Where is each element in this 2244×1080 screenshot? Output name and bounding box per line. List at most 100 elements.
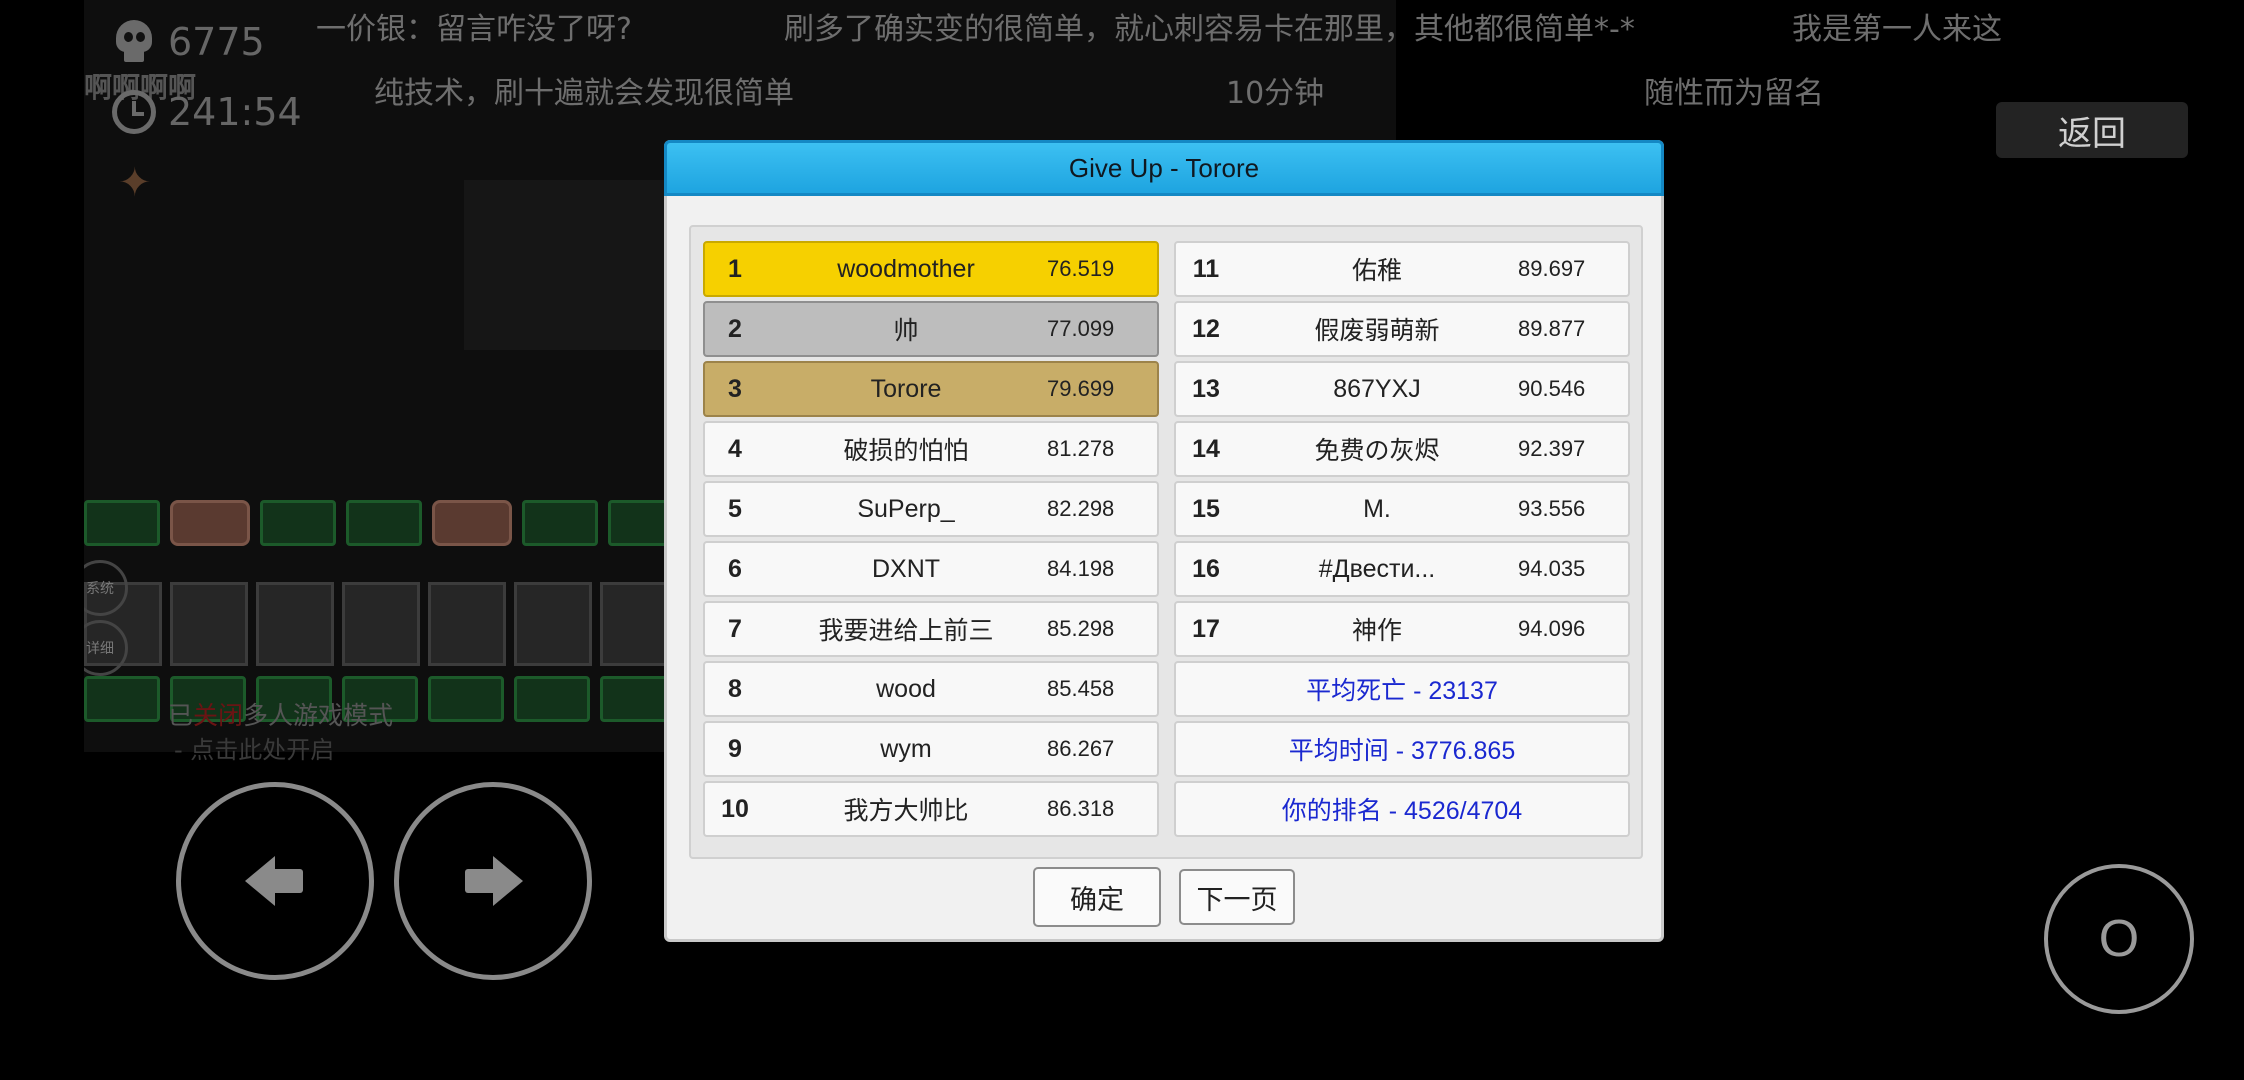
grass-tile — [84, 676, 160, 722]
rank-number: 10 — [721, 794, 749, 823]
star-icon: ✦ — [118, 160, 152, 206]
average-time: 平均时间 - 3776.865 — [1174, 721, 1630, 777]
death-counter: 6775 — [112, 20, 265, 64]
grass-tile — [84, 500, 160, 546]
skull-icon — [112, 20, 156, 64]
arrow-right-icon — [463, 856, 523, 906]
leaderboard-row: 13 867YXJ 90.546 — [1174, 361, 1630, 417]
player-name-cell: woodmother — [837, 254, 975, 283]
mp-state: 关闭 — [193, 701, 244, 730]
leaderboard-row: 5 SuPerp_ 82.298 — [703, 481, 1159, 537]
grass-tile — [260, 500, 336, 546]
stone-tile — [256, 582, 334, 666]
your-rank: 你的排名 - 4526/4704 — [1174, 781, 1630, 837]
rank-number: 4 — [728, 434, 742, 463]
player-name-cell: Torore — [870, 374, 942, 403]
stone-tile — [514, 582, 592, 666]
comment-text: 我是第一人来这 — [1792, 12, 2002, 47]
leaderboard-row: 12 假废弱萌新 89.877 — [1174, 301, 1630, 357]
grass-tile — [522, 500, 598, 546]
clear-time: 85.458 — [1047, 676, 1115, 701]
player-name-cell: 佑稚 — [1351, 257, 1402, 285]
leaderboard: 1 woodmother 76.519 2 帅 77.099 3 Torore 79.699 4 破… — [689, 225, 1643, 859]
player-name-cell: wood — [876, 674, 936, 703]
ok-button[interactable]: 确定 — [1033, 867, 1161, 927]
arrow-left-icon — [245, 856, 305, 906]
move-right-button[interactable] — [394, 782, 592, 980]
clear-time: 81.278 — [1047, 436, 1115, 461]
next-page-button[interactable]: 下一页 — [1179, 869, 1295, 925]
player-name-cell: #Двести... — [1318, 554, 1436, 583]
death-count: 6775 — [168, 20, 265, 64]
rank-number: 14 — [1192, 434, 1220, 463]
comment-text: 纯技术，刷十遍就会发现很简单 — [374, 76, 794, 111]
stone-tile — [428, 582, 506, 666]
system-button-label: 系统 — [86, 581, 114, 597]
clear-time: 94.096 — [1518, 616, 1586, 641]
clear-time: 84.198 — [1047, 556, 1115, 581]
leaderboard-row: 8 wood 85.458 — [703, 661, 1159, 717]
sign-tile — [170, 500, 250, 546]
clear-time: 90.546 — [1518, 376, 1586, 401]
player-name-cell: 免费の灰烬 — [1314, 437, 1440, 465]
leaderboard-row: 14 免费の灰烬 92.397 — [1174, 421, 1630, 477]
mp-prefix: 已 — [168, 701, 194, 730]
player-name-cell: 神作 — [1351, 617, 1402, 645]
jump-button[interactable]: O — [2044, 864, 2194, 1014]
detail-button-label: 详细 — [86, 641, 114, 657]
stone-row — [84, 582, 678, 666]
player-name-cell: M. — [1363, 494, 1391, 523]
leaderboard-row: 2 帅 77.099 — [703, 301, 1159, 357]
multiplayer-hint[interactable]: - 点击此处开启 — [174, 730, 334, 765]
rank-number: 17 — [1192, 614, 1220, 643]
rank-number: 16 — [1192, 554, 1220, 583]
player-name-cell: 我要进给上前三 — [818, 617, 994, 645]
move-left-button[interactable] — [176, 782, 374, 980]
dialog-buttons: 确定 下一页 — [667, 867, 1661, 927]
comment-text: 刷多了确实变的很简单，就心刺容易卡在那里，其他都很简单*-* — [784, 12, 1635, 47]
clock-icon — [112, 90, 156, 134]
clear-time: 79.699 — [1047, 376, 1115, 401]
leaderboard-row: 11 佑稚 89.697 — [1174, 241, 1630, 297]
play-timer: 241:54 — [112, 90, 302, 134]
player-name-cell: SuPerp_ — [857, 494, 955, 523]
leaderboard-row: 10 我方大帅比 86.318 — [703, 781, 1159, 837]
clear-time: 82.298 — [1047, 496, 1115, 521]
player-name-cell: 我方大帅比 — [843, 797, 969, 825]
back-button[interactable]: 返回 — [1996, 102, 2188, 158]
clear-time: 89.877 — [1518, 316, 1586, 341]
leaderboard-row: 4 破损的怕怕 81.278 — [703, 421, 1159, 477]
comment-text: 10分钟 — [1226, 76, 1325, 111]
stone-tile — [342, 582, 420, 666]
player-name-cell: 破损的怕怕 — [843, 437, 969, 465]
rank-number: 5 — [728, 494, 742, 523]
rank-number: 6 — [728, 554, 742, 583]
grass-tile — [428, 676, 504, 722]
dialog-title: Give Up - Torore — [664, 140, 1664, 196]
leaderboard-right-column: 11 佑稚 89.697 12 假废弱萌新 89.877 13 867YXJ 90.546 14 免… — [1174, 241, 1630, 837]
rank-number: 13 — [1192, 374, 1220, 403]
rank-number: 3 — [728, 374, 742, 403]
grass-tile — [346, 500, 422, 546]
leaderboard-row: 7 我要进给上前三 85.298 — [703, 601, 1159, 657]
clear-time: 85.298 — [1047, 616, 1115, 641]
clear-time: 94.035 — [1518, 556, 1586, 581]
clear-time: 86.318 — [1047, 796, 1115, 821]
rank-number: 7 — [728, 614, 742, 643]
leaderboard-row: 3 Torore 79.699 — [703, 361, 1159, 417]
average-deaths: 平均死亡 - 23137 — [1174, 661, 1630, 717]
clear-time: 93.556 — [1518, 496, 1586, 521]
grass-tile — [514, 676, 590, 722]
clear-time: 76.519 — [1047, 256, 1115, 281]
leaderboard-row: 16 #Двести... 94.035 — [1174, 541, 1630, 597]
leaderboard-row: 15 M. 93.556 — [1174, 481, 1630, 537]
leaderboard-left-column: 1 woodmother 76.519 2 帅 77.099 3 Torore 79.699 4 破… — [703, 241, 1159, 837]
clear-time: 89.697 — [1518, 256, 1586, 281]
multiplayer-notice[interactable]: 已关闭多人游戏模式 — [168, 696, 393, 732]
leaderboard-row: 1 woodmother 76.519 — [703, 241, 1159, 297]
player-name-cell: wym — [880, 734, 932, 763]
leaderboard-row: 6 DXNT 84.198 — [703, 541, 1159, 597]
rank-number: 2 — [728, 314, 742, 343]
sign-tile — [432, 500, 512, 546]
leaderboard-row: 17 神作 94.096 — [1174, 601, 1630, 657]
